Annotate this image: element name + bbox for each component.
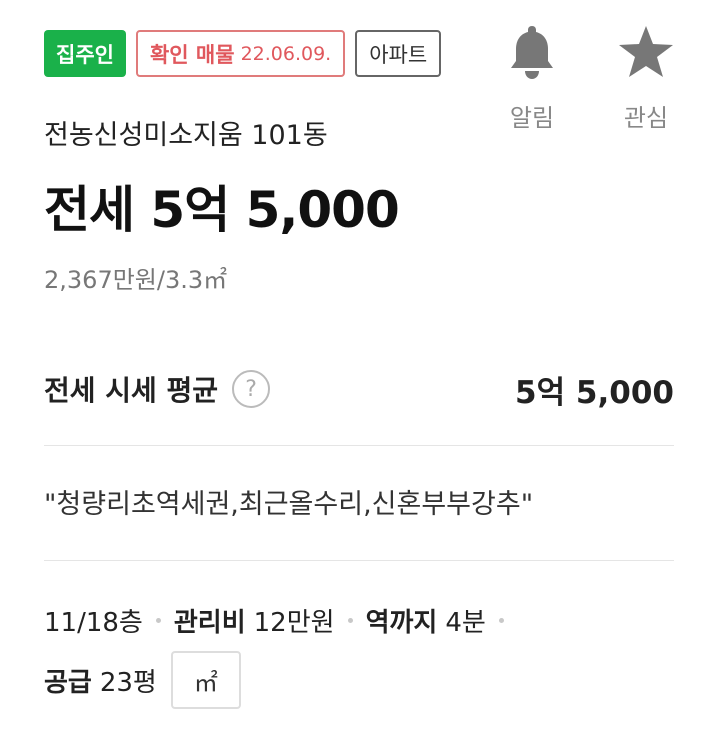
property-type-badge: 아파트	[355, 30, 442, 77]
floor-info: 11/18층	[44, 602, 143, 639]
maintenance-fee-info: 관리비 12만원	[174, 602, 335, 639]
listing-price: 전세 5억 5,000	[44, 181, 400, 239]
favorite-label: 관심	[623, 104, 669, 132]
owner-badge-label: 집주인	[56, 42, 114, 67]
alarm-button[interactable]: 알림	[494, 22, 570, 133]
owner-badge: 집주인	[44, 30, 126, 77]
verified-badge-date: 22.06.09.	[240, 42, 332, 65]
divider	[44, 560, 674, 561]
divider	[44, 445, 674, 446]
market-average-label-group: 전세 시세 평균 ?	[44, 369, 271, 409]
help-icon[interactable]: ?	[232, 370, 271, 408]
alarm-label: 알림	[509, 104, 555, 132]
verified-badge-label: 확인 매물	[149, 42, 235, 67]
area-unit-toggle-button[interactable]: ㎡	[170, 651, 241, 709]
dot-separator	[498, 617, 504, 623]
dot-separator	[347, 617, 353, 623]
supply-area-info: 공급 23평	[44, 662, 157, 699]
station-distance-value: 4분	[445, 607, 486, 638]
unit-price: 2,367만원/3.3㎡	[44, 266, 228, 294]
market-average-value: 5억 5,000	[515, 374, 674, 411]
complex-name: 전농신성미소지움 101동	[44, 120, 328, 151]
station-distance-info: 역까지 4분	[366, 602, 486, 639]
market-average-row: 전세 시세 평균 ? 5억 5,000	[44, 366, 674, 412]
station-distance-key: 역까지	[365, 607, 438, 638]
market-average-label: 전세 시세 평균	[44, 374, 219, 407]
supply-area-value: 23평	[99, 667, 157, 698]
favorite-button[interactable]: 관심	[608, 22, 684, 133]
verified-listing-badge: 확인 매물 22.06.09.	[135, 30, 346, 77]
dot-separator	[155, 617, 161, 623]
bell-icon	[494, 22, 570, 82]
spec-row: 공급 23평 ㎡	[44, 650, 241, 710]
supply-area-key: 공급	[44, 667, 92, 698]
star-icon	[608, 22, 684, 82]
listing-description: "청량리초역세권,최근올수리,신혼부부강추"	[44, 489, 534, 520]
listing-badges: 집주인 확인 매물 22.06.09. 아파트	[44, 30, 442, 77]
property-type-label: 아파트	[369, 42, 428, 67]
floor-value: 11/18층	[44, 607, 143, 638]
maintenance-fee-value: 12만원	[253, 607, 335, 638]
maintenance-fee-key: 관리비	[173, 607, 246, 638]
spec-row: 11/18층 관리비 12만원 역까지 4분	[44, 600, 517, 640]
